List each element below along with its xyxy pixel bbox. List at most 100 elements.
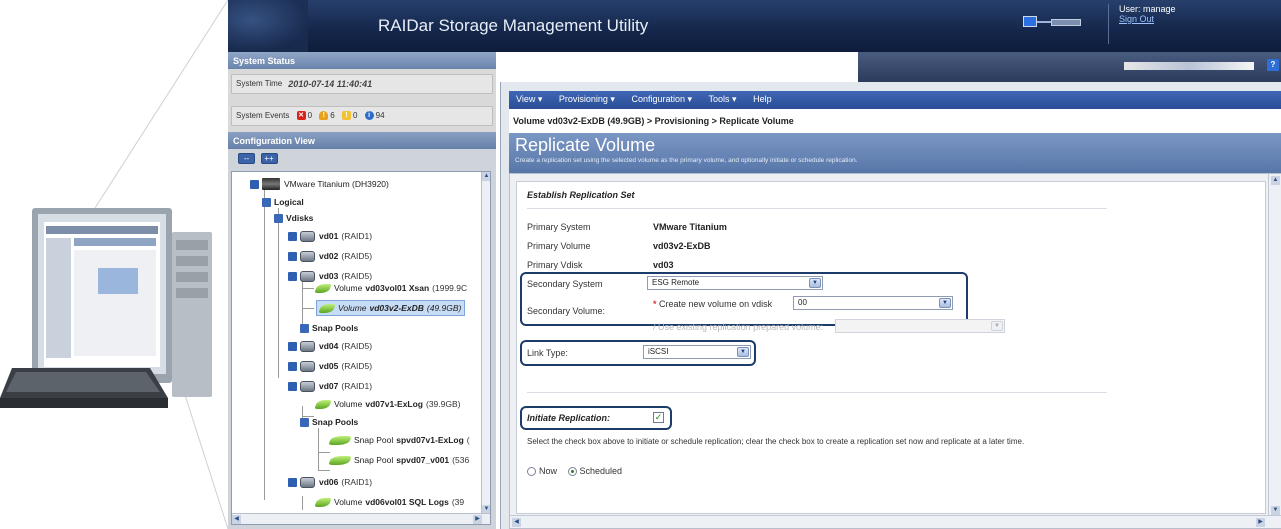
- secondary-system-select[interactable]: ESG Remote ▼: [647, 276, 823, 290]
- tree-snap-pools-2[interactable]: Snap Pools: [300, 414, 361, 430]
- primary-volume-label: Primary Volume: [527, 241, 591, 251]
- configuration-view-panel: Configuration View -- ++ VMware Titanium…: [228, 132, 496, 529]
- menu-help[interactable]: Help: [746, 91, 779, 107]
- create-new-vdisk-select[interactable]: 00 ▼: [793, 296, 953, 310]
- menu-provisioning[interactable]: Provisioning ▾: [552, 91, 622, 108]
- tree-volume-vd06vol01[interactable]: Volume vd06vol01 SQL Logs (39: [314, 494, 464, 510]
- scroll-left-icon[interactable]: ◀: [232, 515, 241, 524]
- system-time-row: System Time 2010-07-14 11:40:41: [231, 74, 493, 94]
- search-field[interactable]: [1124, 62, 1254, 70]
- primary-volume-value: vd03v2-ExDB: [653, 241, 711, 251]
- left-panel: System Status System Time 2010-07-14 11:…: [228, 52, 496, 529]
- critical-icon: ✕: [296, 111, 306, 121]
- configuration-tree: VMware Titanium (DH3920) Logical Vdisks …: [231, 171, 491, 525]
- folder-icon: [274, 213, 283, 223]
- link-type-select[interactable]: iSCSI ▼: [643, 345, 751, 359]
- snap-pool-icon: [328, 435, 352, 445]
- primary-vdisk-label: Primary Vdisk: [527, 260, 583, 270]
- link-type-label: Link Type:: [527, 348, 568, 358]
- folder-icon: [300, 323, 309, 333]
- system-status-panel: System Status System Time 2010-07-14 11:…: [228, 52, 496, 132]
- app-title: RAIDar Storage Management Utility: [378, 16, 649, 35]
- tree-vdisk-vd06[interactable]: vd06 (RAID1): [288, 474, 372, 490]
- chevron-down-icon: ▼: [939, 298, 951, 308]
- expand-icon: [288, 271, 297, 281]
- connection-status-icon[interactable]: [1023, 16, 1083, 30]
- tree-snap-pool-2[interactable]: Snap Pool spvd07_v001 (536: [328, 452, 469, 468]
- tree-vdisks-node[interactable]: Vdisks: [274, 210, 316, 226]
- scroll-right-icon[interactable]: ▶: [1256, 518, 1265, 527]
- scroll-up-icon[interactable]: ▲: [482, 172, 490, 181]
- initiate-help-text: Select the check box above to initiate o…: [527, 437, 1025, 446]
- system-events-row[interactable]: System Events ✕ 0 ! 6 ! 0 i 94: [231, 106, 493, 126]
- server-icon: [262, 178, 280, 190]
- menu-view[interactable]: View ▾: [509, 91, 549, 108]
- vdisk-icon: [300, 270, 315, 282]
- vdisk-icon: [300, 360, 315, 372]
- tree-logical-node[interactable]: Logical: [262, 194, 307, 210]
- vdisk-icon: [300, 380, 315, 392]
- scroll-up-icon[interactable]: ▲: [1271, 176, 1280, 185]
- sign-out-link[interactable]: Sign Out: [1119, 14, 1176, 24]
- info-icon: i: [364, 111, 374, 121]
- tree-snap-pools-1[interactable]: Snap Pools: [300, 320, 361, 336]
- primary-system-label: Primary System: [527, 222, 591, 232]
- page-title: Replicate Volume: [515, 135, 656, 155]
- replication-form: Establish Replication Set Primary System…: [516, 181, 1266, 514]
- tree-volume-vd03vol01[interactable]: Volume vd03vol01 Xsan (1999.9C: [314, 280, 467, 296]
- expand-icon: [288, 231, 297, 241]
- tree-vdisk-vd04[interactable]: vd04 (RAID5): [288, 338, 372, 354]
- expand-icon: [250, 179, 259, 189]
- secondary-system-label: Secondary System: [527, 279, 603, 289]
- vdisk-icon: [300, 250, 315, 262]
- tree-vdisk-vd01[interactable]: vd01 (RAID1): [288, 228, 372, 244]
- use-existing-volume-option[interactable]: / Use existing replication prepared volu…: [653, 322, 823, 332]
- menu-tools[interactable]: Tools ▾: [702, 91, 744, 108]
- computer-illustration: [0, 0, 228, 529]
- scroll-down-icon[interactable]: ▼: [1271, 506, 1280, 515]
- breadcrumb: Volume vd03v2-ExDB (49.9GB) > Provisioni…: [509, 109, 1281, 133]
- tree-vdisk-vd07[interactable]: vd07 (RAID1): [288, 378, 372, 394]
- secondary-volume-label: Secondary Volume:: [527, 306, 606, 316]
- app-banner: RAIDar Storage Management Utility User: …: [228, 0, 1281, 52]
- existing-volume-select[interactable]: ▼: [835, 319, 1005, 333]
- collapse-all-button[interactable]: --: [238, 153, 255, 164]
- tree-horizontal-scrollbar[interactable]: ◀ ▶: [232, 513, 490, 524]
- volume-icon: [314, 399, 332, 409]
- tree-vdisk-vd02[interactable]: vd02 (RAID5): [288, 248, 372, 264]
- menu-configuration[interactable]: Configuration ▾: [624, 91, 699, 108]
- scroll-left-icon[interactable]: ◀: [512, 518, 521, 527]
- page-subtitle: Create a replication set using the selec…: [515, 157, 858, 164]
- now-radio[interactable]: [527, 467, 536, 477]
- initiate-replication-checkbox[interactable]: ✓: [653, 412, 664, 423]
- volume-icon: [314, 283, 332, 293]
- expand-icon: [288, 341, 297, 351]
- tree-vdisk-vd05[interactable]: vd05 (RAID5): [288, 358, 372, 374]
- system-time-value: 2010-07-14 11:40:41: [288, 79, 373, 89]
- scroll-right-icon[interactable]: ▶: [473, 515, 482, 524]
- snap-pool-icon: [328, 455, 352, 465]
- tree-volume-vd03v2-exdb[interactable]: Volume vd03v2-ExDB (49.9GB): [316, 300, 466, 316]
- tree-snap-pool-1[interactable]: Snap Pool spvd07v1-ExLog(: [328, 432, 470, 448]
- tree-vertical-scrollbar[interactable]: ▲ ▼: [481, 172, 490, 514]
- expand-icon: [288, 251, 297, 261]
- top-toolbar-strip: ?: [858, 52, 1281, 82]
- tree-system-node[interactable]: VMware Titanium (DH3920): [250, 176, 389, 192]
- expand-icon: [288, 361, 297, 371]
- configuration-view-header: Configuration View: [228, 132, 496, 149]
- create-new-volume-option[interactable]: * Create new volume on vdisk: [653, 299, 772, 309]
- vdisk-icon: [300, 340, 315, 352]
- expand-icon: [288, 381, 297, 391]
- help-icon[interactable]: ?: [1267, 59, 1279, 71]
- system-events-label: System Events: [236, 111, 290, 120]
- folder-icon: [262, 197, 271, 207]
- expand-all-button[interactable]: ++: [260, 153, 278, 164]
- warning-count: 0: [352, 111, 358, 120]
- scheduled-radio[interactable]: [567, 467, 577, 477]
- expand-icon: [288, 477, 297, 487]
- tree-toolbar: -- ++: [228, 149, 496, 171]
- content-horizontal-scrollbar[interactable]: ◀ ▶: [510, 515, 1281, 528]
- user-block: User: manage Sign Out: [1108, 4, 1176, 44]
- content-vertical-scrollbar[interactable]: ▲ ▼: [1268, 174, 1281, 517]
- tree-volume-vd07v1-exlog[interactable]: Volume vd07v1-ExLog (39.9GB): [314, 396, 461, 412]
